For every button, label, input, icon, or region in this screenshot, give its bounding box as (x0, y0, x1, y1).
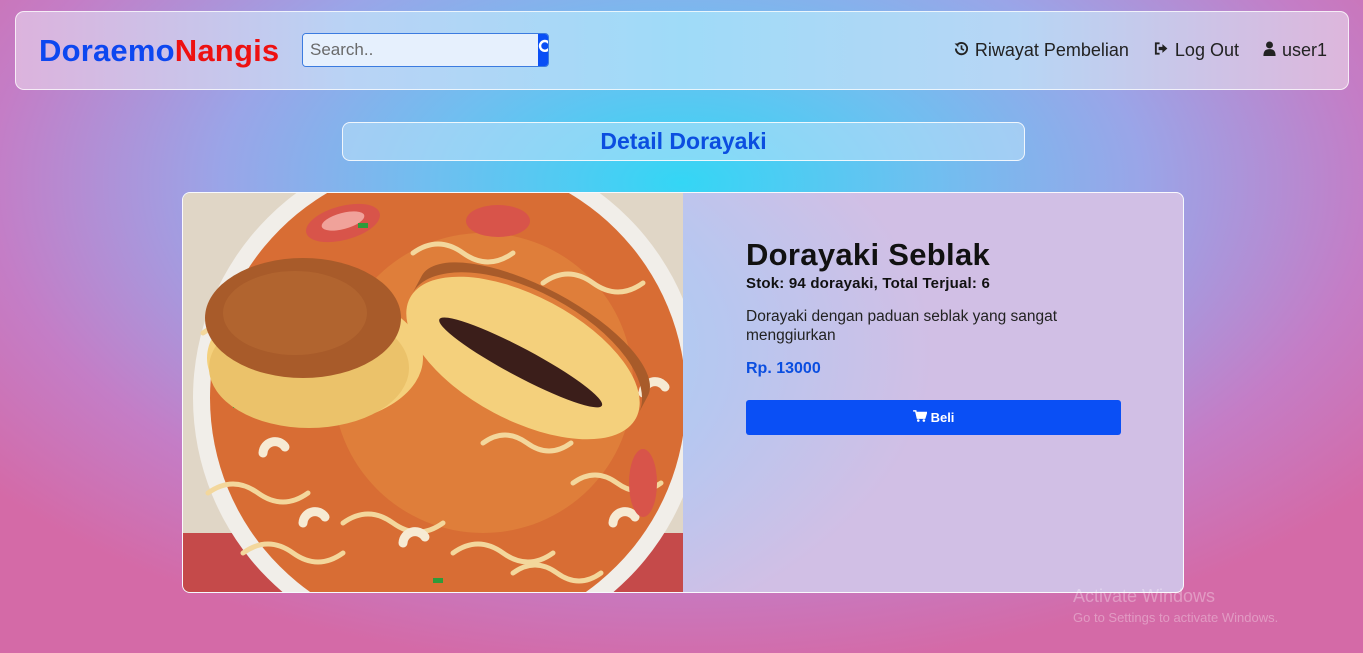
history-icon (954, 40, 969, 61)
nav-log-out[interactable]: Log Out (1153, 40, 1239, 61)
navbar: DoraemoNangis Riwayat Pembelian Log Out (15, 11, 1349, 90)
cart-icon (912, 410, 928, 425)
search-bar (302, 33, 549, 67)
page-title: Detail Dorayaki (600, 128, 767, 154)
product-card: Dorayaki Seblak Stok: 94 dorayaki, Total… (182, 192, 1184, 593)
product-stock: Stok: 94 dorayaki, Total Terjual: 6 (746, 275, 991, 292)
nav-log-out-label: Log Out (1174, 40, 1239, 60)
nav-links: Riwayat Pembelian Log Out user1 (954, 40, 1327, 61)
product-description: Dorayaki dengan paduan seblak yang sanga… (746, 308, 1058, 344)
product-details: Dorayaki Seblak Stok: 94 dorayaki, Total… (746, 237, 1121, 435)
nav-riwayat-label: Riwayat Pembelian (974, 40, 1129, 60)
nav-riwayat-pembelian[interactable]: Riwayat Pembelian (954, 40, 1129, 61)
watermark-title: Activate Windows (1073, 586, 1216, 606)
buy-button-label: Beli (930, 410, 955, 425)
product-name: Dorayaki Seblak (746, 237, 991, 272)
brand-logo[interactable]: DoraemoNangis (39, 33, 279, 69)
page-title-box: Detail Dorayaki (342, 122, 1025, 161)
product-image (183, 193, 703, 592)
brand-part-2: Nangis (174, 33, 280, 68)
nav-user[interactable]: user1 (1263, 40, 1327, 61)
activate-windows-watermark: Activate Windows Go to Settings to activ… (1073, 586, 1278, 625)
watermark-subtitle: Go to Settings to activate Windows. (1073, 610, 1279, 625)
brand-part-1: Doraemo (39, 33, 175, 68)
user-icon (1263, 40, 1276, 61)
search-input[interactable] (303, 34, 538, 66)
sign-out-icon (1153, 40, 1169, 61)
nav-user-label: user1 (1281, 40, 1327, 60)
product-price: Rp. 13000 (746, 360, 821, 377)
search-icon (538, 39, 548, 61)
search-button[interactable] (538, 34, 548, 66)
buy-button[interactable]: Beli (746, 400, 1121, 435)
